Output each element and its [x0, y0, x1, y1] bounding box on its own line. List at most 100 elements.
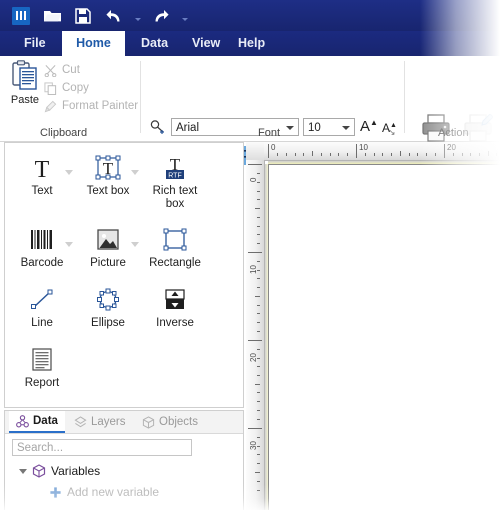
tool-inverse[interactable]: Inverse — [144, 287, 206, 330]
plus-icon — [50, 486, 61, 498]
grow-font-button[interactable]: A▲ — [360, 118, 378, 135]
paste-label: Paste — [10, 94, 40, 106]
copy-icon — [44, 81, 57, 95]
application-window: File Home Data View Help Paste Cut Copy … — [0, 0, 500, 510]
ruler-corner — [246, 142, 265, 161]
tab-label: Objects — [159, 416, 198, 428]
app-icon[interactable] — [10, 5, 32, 26]
font-dialog-launcher[interactable]: ↘ — [388, 127, 396, 138]
tab-help[interactable]: Help — [228, 31, 275, 56]
tab-data-panel[interactable]: Data — [9, 411, 65, 433]
tool-label: Picture — [90, 257, 126, 269]
tab-objects-panel[interactable]: Objects — [135, 411, 205, 433]
tool-label: Line — [31, 317, 53, 329]
ribbon-separator-1 — [140, 61, 141, 133]
report-page[interactable] — [268, 164, 500, 510]
objects-icon — [142, 415, 155, 429]
svg-text:RTF: RTF — [168, 172, 181, 179]
barcode-icon — [31, 230, 52, 249]
layers-icon — [74, 415, 87, 427]
textbox-dropdown-caret[interactable] — [131, 170, 139, 175]
undo-dropdown-caret[interactable] — [135, 17, 141, 21]
tab-home[interactable]: Home — [62, 31, 125, 56]
tree-item-add-new-variable[interactable]: Add new variable — [49, 485, 159, 499]
horizontal-ruler[interactable]: 0 10 20 — [264, 142, 500, 161]
paste-icon — [12, 60, 37, 90]
richtext-icon: T RTF — [166, 155, 184, 179]
tool-line[interactable]: Line — [11, 287, 73, 330]
clipboard-group-label: Clipboard — [40, 127, 88, 139]
quick-access-toolbar — [10, 5, 188, 26]
barcode-dropdown-caret[interactable] — [65, 242, 73, 247]
tab-view[interactable]: View — [182, 31, 230, 56]
copy-button[interactable]: Copy — [44, 80, 89, 96]
font-style-icon[interactable] — [150, 119, 166, 135]
format-painter-label: Format Painter — [62, 100, 139, 112]
open-icon[interactable] — [41, 5, 63, 26]
picture-icon — [97, 229, 119, 250]
inverse-icon — [165, 289, 185, 309]
tool-label: Text — [31, 185, 53, 197]
data-panel-tabs: Data Layers Objects — [5, 411, 243, 434]
tool-label: Barcode — [20, 257, 64, 269]
ribbon-tab-strip: File Home Data View Help — [0, 31, 500, 56]
tab-layers-panel[interactable]: Layers — [67, 411, 133, 433]
textbox-icon: T — [95, 155, 121, 180]
save-icon[interactable] — [72, 5, 94, 26]
font-group-label: Font — [258, 127, 281, 139]
ribbon-separator-2 — [404, 61, 405, 133]
svg-text:T: T — [35, 157, 50, 181]
tool-label: Ellipse — [91, 317, 125, 329]
ruler-h-label-0: 0 — [271, 143, 276, 152]
tab-data[interactable]: Data — [131, 31, 178, 56]
tool-richtextbox[interactable]: T RTF Rich text box — [144, 155, 206, 211]
tool-label: Rectangle — [149, 257, 201, 269]
tool-text[interactable]: T Text — [11, 155, 73, 198]
variables-icon — [32, 464, 46, 478]
chevron-down-icon — [286, 126, 294, 130]
tab-file[interactable]: File — [14, 31, 56, 56]
tool-picture[interactable]: Picture — [77, 227, 139, 270]
text-icon: T — [35, 157, 50, 181]
report-designer: 0 10 20 0 10 20 30 — [246, 142, 500, 510]
tool-textbox[interactable]: T Text box — [77, 155, 139, 198]
text-dropdown-caret[interactable] — [65, 170, 73, 175]
line-icon — [31, 289, 53, 309]
tool-report[interactable]: Report — [11, 347, 73, 390]
cut-label: Cut — [62, 64, 80, 76]
title-bar — [0, 0, 500, 31]
picture-dropdown-caret[interactable] — [131, 242, 139, 247]
expand-collapse-icon[interactable] — [19, 468, 27, 474]
ellipse-icon — [97, 288, 119, 311]
tool-rectangle[interactable]: Rectangle — [144, 227, 206, 270]
data-icon — [16, 414, 29, 427]
cut-button[interactable]: Cut — [44, 62, 80, 78]
tab-label: Data — [33, 415, 58, 427]
redo-dropdown-caret[interactable] — [182, 17, 188, 21]
tab-label: Layers — [91, 416, 126, 428]
tree-item-label: Variables — [51, 464, 101, 478]
vertical-ruler[interactable]: 0 10 20 30 — [246, 160, 265, 510]
paste-button[interactable]: Paste — [5, 60, 45, 112]
font-size-value: 10 — [308, 122, 321, 134]
scissors-icon — [44, 64, 57, 77]
redo-icon[interactable] — [150, 5, 172, 26]
font-size-combo[interactable]: 10 — [303, 118, 355, 136]
format-painter-button[interactable]: Format Painter — [44, 98, 138, 114]
tool-barcode[interactable]: Barcode — [11, 227, 73, 270]
search-input[interactable]: Search... — [12, 439, 192, 456]
toolbox-panel: T Text T Text box T RTF Rich text box Ba… — [4, 142, 244, 408]
data-panel: Data Layers Objects Search... Variables … — [4, 410, 244, 510]
search-placeholder: Search... — [17, 442, 64, 454]
tool-label: Report — [24, 377, 60, 389]
action-group-label: Action — [438, 127, 469, 139]
undo-icon[interactable] — [103, 5, 125, 26]
copy-label: Copy — [62, 82, 89, 94]
tool-ellipse[interactable]: Ellipse — [77, 287, 139, 330]
tree-item-variables[interactable]: Variables — [19, 464, 100, 478]
ruler-h-label-10: 10 — [359, 143, 368, 152]
ruler-h-label-20: 20 — [447, 143, 456, 152]
rectangle-icon — [163, 228, 187, 251]
tool-label: Rich text box — [152, 185, 198, 210]
paintbrush-icon — [44, 100, 57, 112]
